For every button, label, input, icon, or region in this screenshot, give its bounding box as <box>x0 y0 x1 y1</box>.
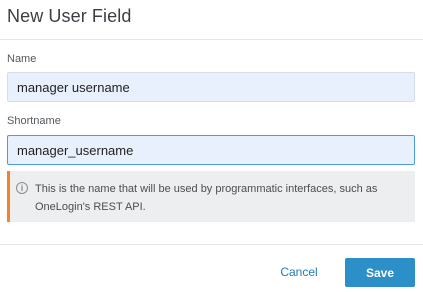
name-input[interactable] <box>7 72 415 102</box>
footer-divider <box>0 244 423 245</box>
cancel-button[interactable]: Cancel <box>270 258 328 286</box>
shortname-input[interactable] <box>7 135 415 165</box>
dialog-header: New User Field <box>0 0 423 40</box>
info-text: This is the name that will be used by pr… <box>35 183 378 213</box>
new-user-field-dialog: New User Field Name Shortname i This is … <box>0 0 423 292</box>
info-callout: i This is the name that will be used by … <box>7 171 415 222</box>
shortname-label: Shortname <box>7 115 61 127</box>
save-button[interactable]: Save <box>345 258 415 287</box>
dialog-title: New User Field <box>7 6 132 26</box>
name-label: Name <box>7 53 37 65</box>
info-icon: i <box>16 182 28 194</box>
